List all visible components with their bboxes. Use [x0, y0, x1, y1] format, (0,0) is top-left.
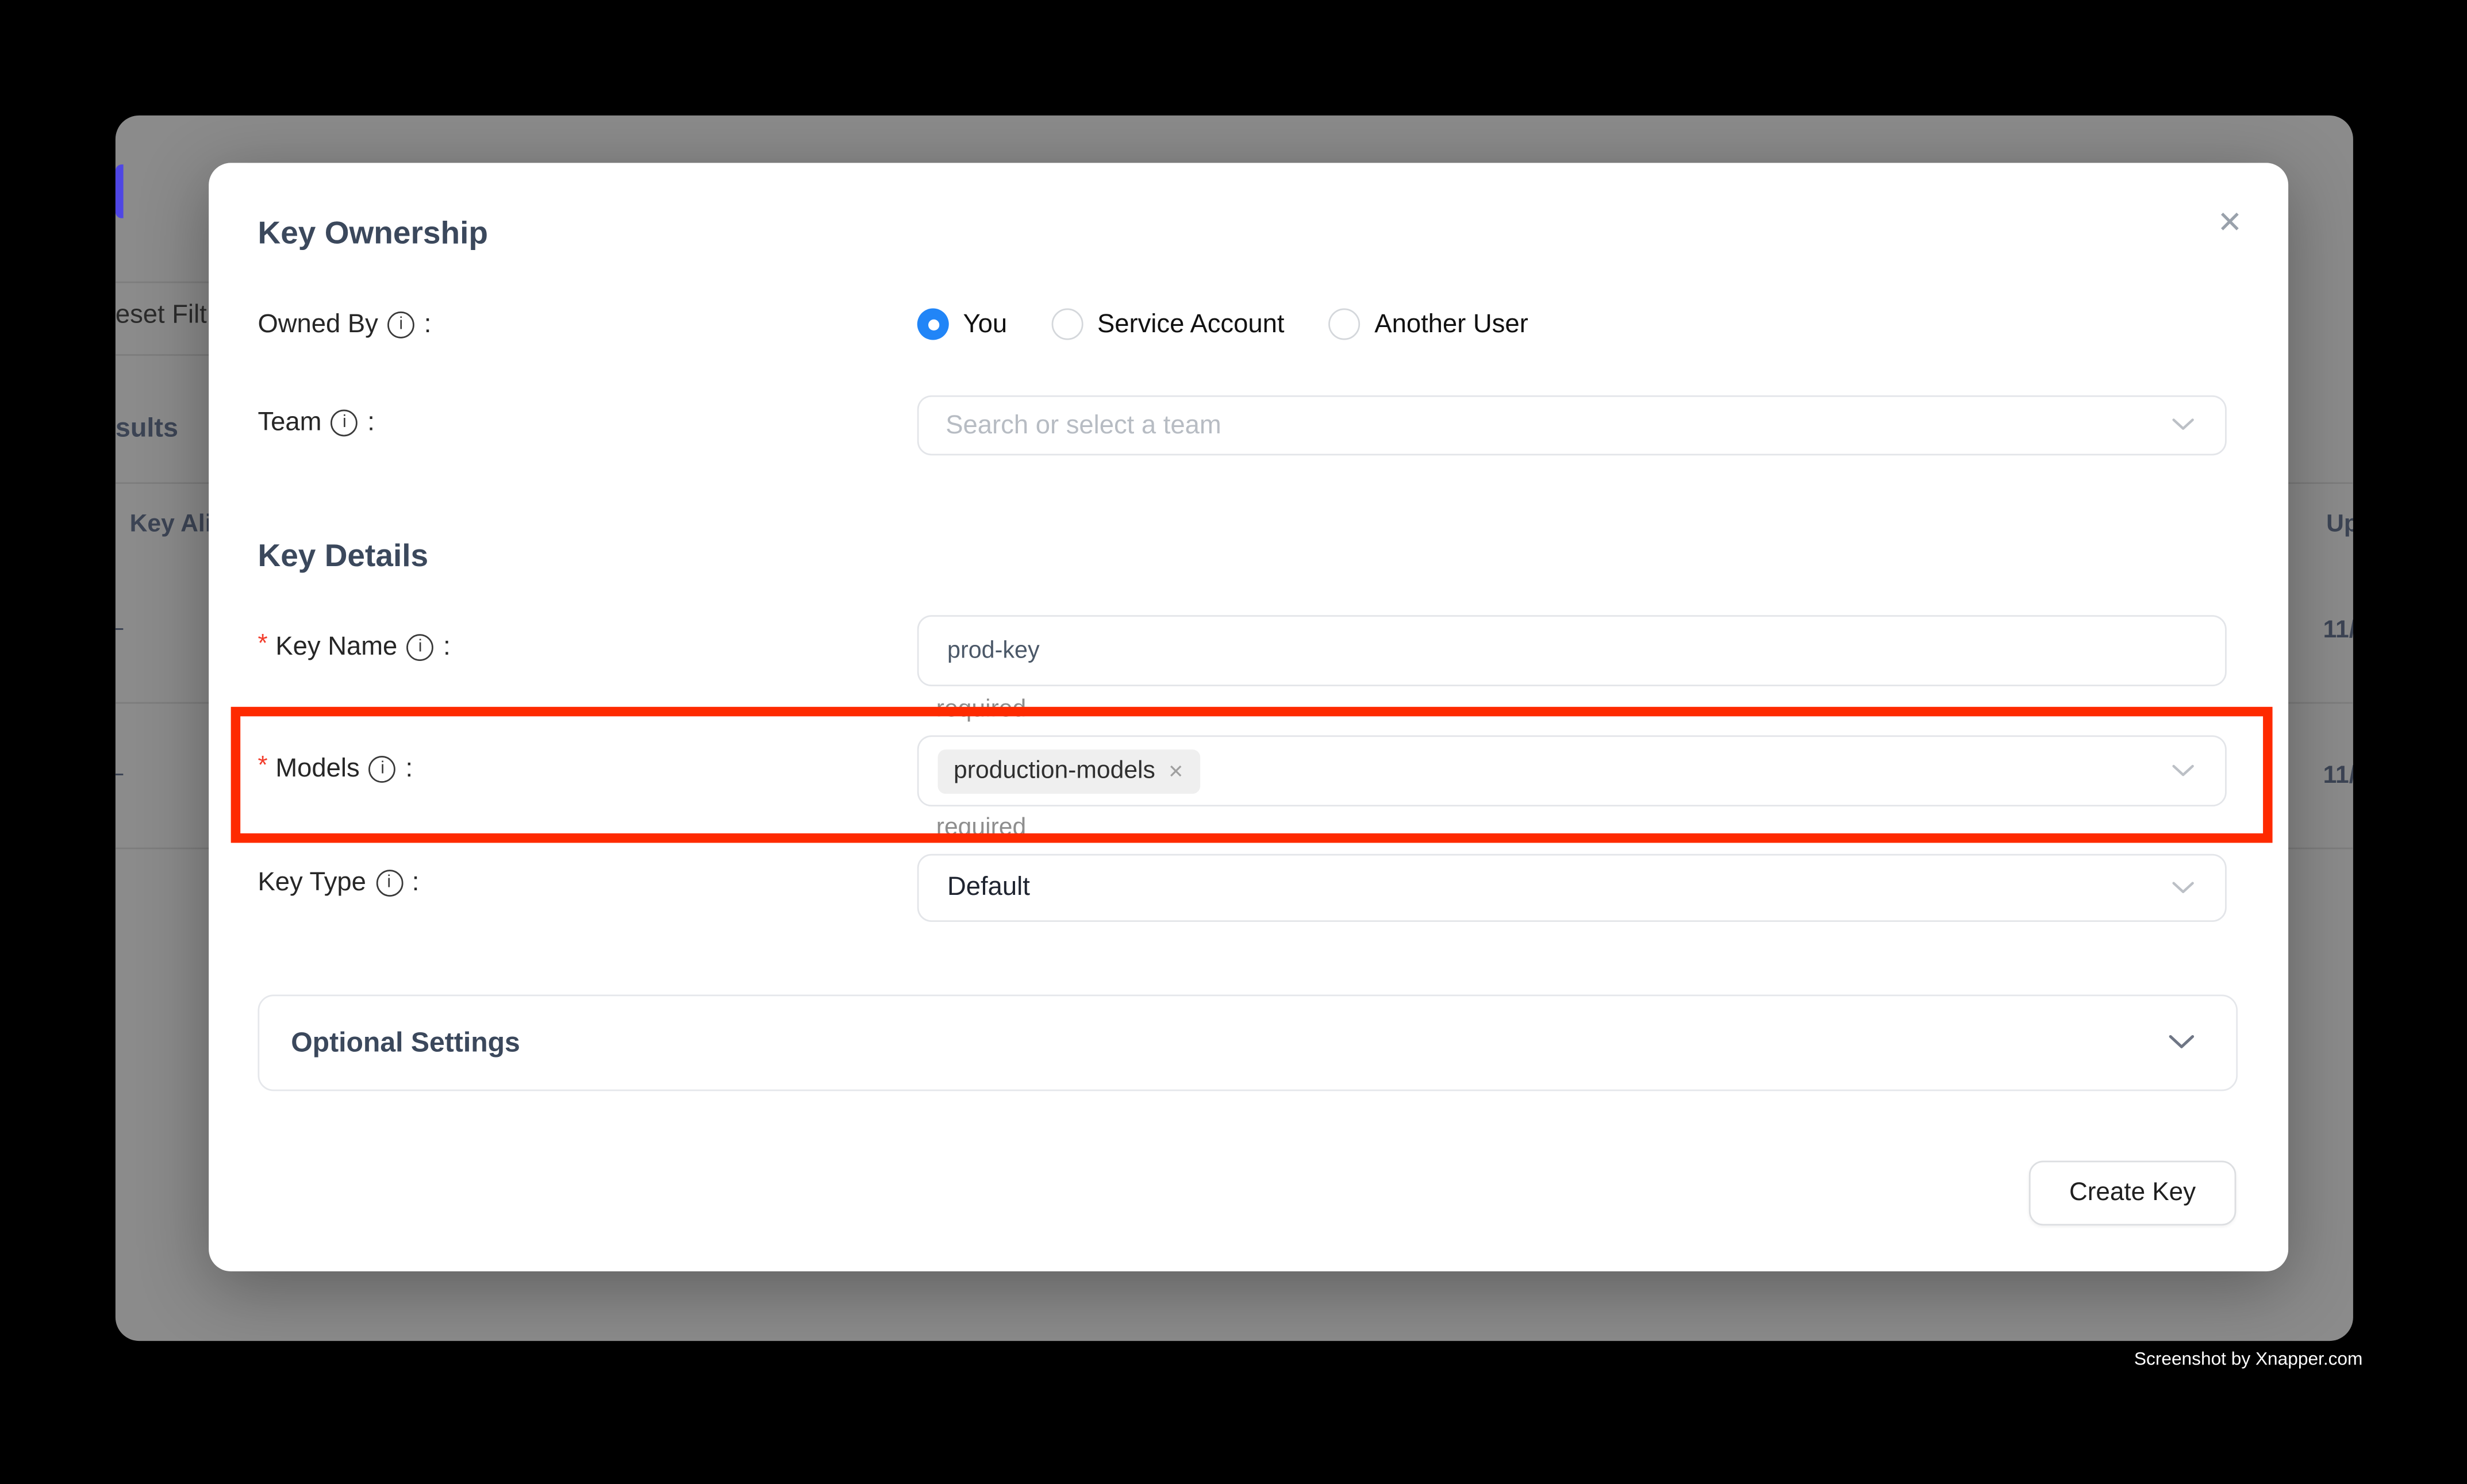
create-key-modal: Key Ownership ✕ Owned By i : You Service… — [209, 163, 2288, 1271]
key-type-select[interactable]: Default — [917, 854, 2227, 922]
key-name-label: * Key Name i : — [258, 633, 450, 663]
info-icon[interactable]: i — [407, 634, 434, 661]
background-cell-date: 11/ — [2323, 617, 2353, 645]
radio-selected-icon[interactable] — [917, 309, 949, 340]
radio-label: You — [963, 309, 1008, 339]
label-colon: : — [406, 754, 413, 784]
required-asterisk: * — [258, 630, 267, 659]
chevron-down-icon — [2172, 411, 2195, 440]
background-cell-date: 11/ — [2323, 762, 2353, 791]
radio-option-another-user[interactable]: Another User — [1329, 309, 1528, 340]
key-type-label: Key Type i : — [258, 868, 419, 898]
owned-by-label-text: Owned By — [258, 310, 378, 340]
selected-model-tag: production-models ✕ — [938, 749, 1200, 793]
modal-title-key-ownership: Key Ownership — [258, 217, 488, 253]
key-name-required-message: required — [936, 696, 1026, 725]
model-tag-text: production-models — [954, 756, 1155, 785]
owned-by-label: Owned By i : — [258, 310, 431, 340]
background-cell-dash: – — [116, 760, 123, 789]
label-colon: : — [424, 310, 432, 340]
background-primary-button-edge — [116, 164, 124, 218]
background-column-updated: Up — [2326, 511, 2353, 540]
background-cell-dash: – — [116, 615, 123, 644]
team-label: Team i : — [258, 408, 374, 438]
remove-tag-icon[interactable]: ✕ — [1168, 760, 1184, 782]
info-icon[interactable]: i — [387, 312, 414, 339]
chevron-down-icon — [2172, 756, 2195, 785]
key-name-value: prod-key — [919, 637, 1039, 664]
background-reset-filters-fragment: eset Filt — [116, 301, 207, 330]
chevron-down-icon — [2168, 1029, 2195, 1058]
models-required-message: required — [936, 814, 1026, 843]
key-type-value: Default — [919, 873, 1029, 903]
optional-settings-title: Optional Settings — [291, 1027, 520, 1060]
team-select[interactable]: Search or select a team — [917, 395, 2227, 456]
models-label: * Models i : — [258, 754, 413, 784]
section-title-key-details: Key Details — [258, 539, 428, 575]
background-results-count-fragment: sults — [116, 413, 178, 444]
info-icon[interactable]: i — [375, 870, 402, 897]
close-icon[interactable]: ✕ — [2204, 198, 2255, 248]
models-label-text: Models — [275, 754, 359, 784]
chevron-down-icon — [2172, 874, 2195, 902]
radio-label: Another User — [1374, 309, 1528, 339]
key-name-input[interactable]: prod-key — [917, 615, 2227, 686]
info-icon[interactable]: i — [369, 756, 396, 783]
xnapper-watermark: Screenshot by Xnapper.com — [2134, 1351, 2363, 1370]
key-type-label-text: Key Type — [258, 868, 366, 898]
label-colon: : — [443, 633, 451, 663]
optional-settings-toggle[interactable]: Optional Settings — [258, 995, 2238, 1091]
team-select-placeholder: Search or select a team — [919, 410, 1221, 440]
create-key-button[interactable]: Create Key — [2029, 1160, 2236, 1225]
label-colon: : — [367, 408, 375, 438]
key-name-label-text: Key Name — [275, 633, 397, 663]
label-colon: : — [412, 868, 420, 898]
radio-label: Service Account — [1097, 309, 1285, 339]
team-label-text: Team — [258, 408, 321, 438]
radio-option-service-account[interactable]: Service Account — [1051, 309, 1284, 340]
radio-unselected-icon[interactable] — [1051, 309, 1083, 340]
radio-unselected-icon[interactable] — [1329, 309, 1361, 340]
screenshot-stage: eset Filt sults Key Alia Up – 11/ – 11/ … — [0, 0, 2467, 1484]
required-asterisk: * — [258, 752, 267, 781]
models-select[interactable]: production-models ✕ — [917, 735, 2227, 806]
radio-option-you[interactable]: You — [917, 309, 1007, 340]
info-icon[interactable]: i — [331, 410, 358, 437]
owned-by-radio-group: You Service Account Another User — [917, 309, 1528, 340]
